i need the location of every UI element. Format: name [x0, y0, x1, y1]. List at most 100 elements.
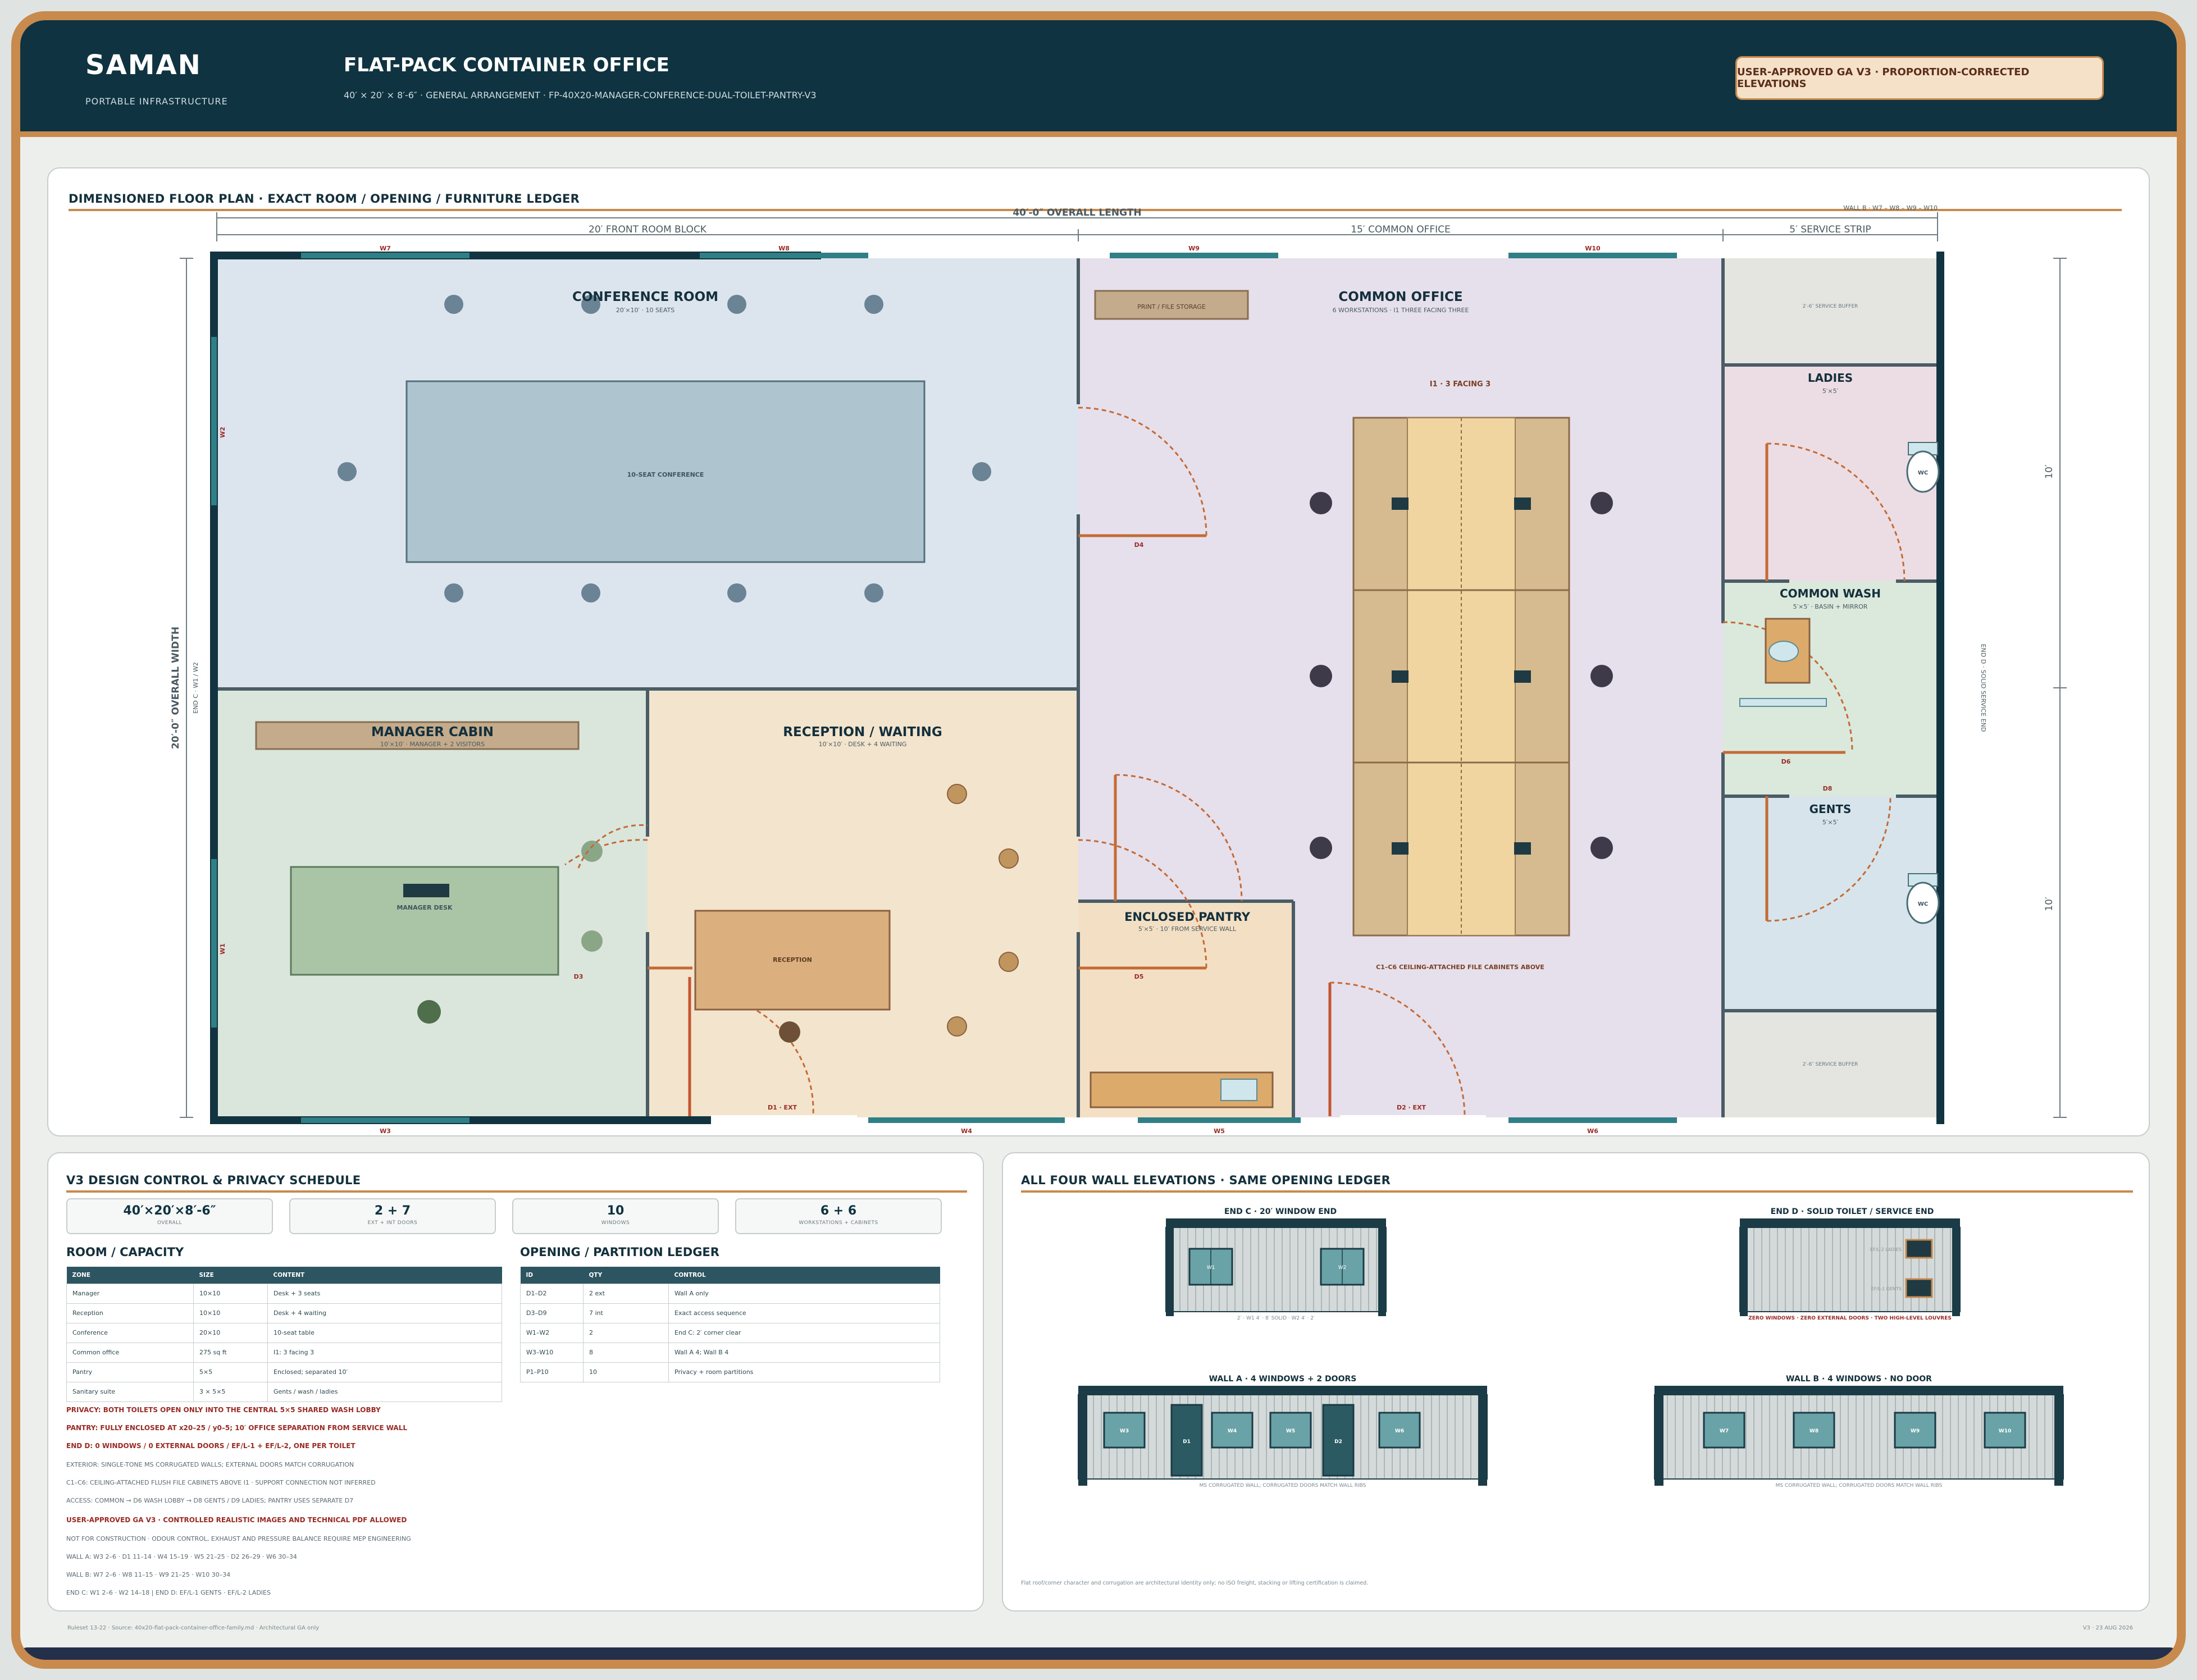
floor-plan-panel: DIMENSIONED FLOOR PLAN · EXACT ROOM / OP… — [47, 167, 2150, 1136]
overall-length-label: 40′-0″ OVERALL LENGTH — [1013, 207, 1141, 218]
end-c-label: END C · W1 / W2 — [192, 662, 199, 714]
chair — [338, 462, 357, 481]
w8-label: W8 — [1809, 1428, 1818, 1434]
cell: Common office — [66, 1342, 194, 1363]
end-c-d-note: END C: W1 2–6 · W2 14–18 | END D: EF/L-1… — [66, 1589, 271, 1596]
table-row: Pantry 5×5 Enclosed; separated 10′ — [66, 1362, 502, 1382]
manager-cabin-size: 10′×10′ · MANAGER + 2 VISITORS — [380, 741, 485, 748]
reception-name: RECEPTION / WAITING — [783, 725, 942, 739]
mirror-icon — [1739, 698, 1827, 707]
end-d-title: END D · SOLID TOILET / SERVICE END — [1771, 1207, 1934, 1216]
cell: 275 sq ft — [193, 1342, 268, 1363]
reception-floor — [648, 689, 1078, 1117]
table-row: D1–D2 2 ext Wall A only — [520, 1283, 940, 1304]
schedule-title: V3 DESIGN CONTROL & PRIVACY SCHEDULE — [66, 1174, 361, 1187]
cell: Exact access sequence — [668, 1303, 940, 1323]
w6-label: W6 — [1395, 1428, 1404, 1434]
ladies-louvre-label: EF/L-2 LADIES — [1870, 1247, 1902, 1252]
w4-label: W4 — [1228, 1428, 1237, 1434]
pantry-sink — [1220, 1079, 1257, 1101]
wall-a-note: MS CORRUGATED WALL; CORRUGATED DOORS MAT… — [1200, 1483, 1366, 1489]
w7-label: W7 — [380, 245, 391, 252]
w1-label: W1 — [219, 943, 226, 955]
common-office-sub: 6 WORKSTATIONS · I1 THREE FACING THREE — [1333, 307, 1469, 314]
cell: Desk + 4 waiting — [267, 1303, 502, 1323]
ladies-wc-label: WC — [1918, 470, 1928, 476]
cell: Reception — [66, 1303, 194, 1323]
end-c-title: END C · 20′ WINDOW END — [1224, 1207, 1337, 1216]
chair — [727, 295, 746, 314]
w5-label: W5 — [1286, 1428, 1295, 1434]
w6-label: W6 — [1587, 1127, 1598, 1135]
common-office-name: COMMON OFFICE — [1338, 290, 1462, 304]
w9-label: W9 — [1911, 1428, 1920, 1434]
table-row: D3–D9 7 int Exact access sequence — [520, 1303, 940, 1323]
right-top-dimension: 10′ — [2044, 464, 2055, 479]
cell: Enclosed; separated 10′ — [267, 1362, 502, 1382]
service-buffer-top-label: 2′-6″ SERVICE BUFFER — [1803, 304, 1858, 309]
opening-ledger-title: OPENING / PARTITION LEDGER — [520, 1245, 719, 1259]
approval-note: USER-APPROVED GA V3 · CONTROLLED REALIST… — [66, 1516, 407, 1524]
chair — [444, 295, 463, 314]
cell: 3 × 5×5 — [193, 1381, 268, 1402]
service-buffer-top-floor — [1723, 258, 1938, 365]
reception-size: 10′×10′ · DESK + 4 WAITING — [819, 741, 907, 748]
table-row: Manager 10×10 Desk + 3 seats — [66, 1283, 502, 1304]
cell: 5×5 — [193, 1362, 268, 1382]
schedule-rule — [66, 1190, 967, 1193]
w2-label: W2 — [1338, 1265, 1347, 1271]
elevations-disclaimer: Flat roof/corner character and corrugati… — [1021, 1580, 1368, 1586]
common-wash-name: COMMON WASH — [1780, 587, 1881, 600]
cell: 8 — [583, 1342, 669, 1363]
file-cabinets-note: C1–C6 CEILING-ATTACHED FILE CABINETS ABO… — [1376, 964, 1544, 971]
manager-desk-label: MANAGER DESK — [396, 904, 453, 911]
w4-label: W4 — [961, 1127, 972, 1135]
w3-label: W3 — [1120, 1428, 1129, 1434]
service-buffer-bottom-label: 2′-6″ SERVICE BUFFER — [1803, 1062, 1858, 1067]
end-d-note: END D: 0 WINDOWS / 0 EXTERNAL DOORS / EF… — [66, 1442, 355, 1450]
table-row: Common office 275 sq ft I1: 3 facing 3 — [66, 1342, 502, 1363]
visitor-chair — [581, 841, 603, 862]
wall-b-title: WALL B · 4 WINDOWS · NO DOOR — [1786, 1375, 1932, 1384]
document-title: FLAT-PACK CONTAINER OFFICE — [344, 54, 669, 76]
common-wash-sub: 5′×5′ · BASIN + MIRROR — [1793, 603, 1868, 610]
print-file-storage-label: PRINT / FILE STORAGE — [1137, 303, 1206, 311]
wall-b-note: WALL B: W7 2–6 · W8 11–15 · W9 21–25 · W… — [66, 1571, 231, 1578]
kpi-value: 2 + 7 — [374, 1204, 411, 1218]
construction-note: NOT FOR CONSTRUCTION · ODOUR CONTROL, EX… — [66, 1535, 411, 1542]
service-strip-dimension: 5′ SERVICE STRIP — [1789, 224, 1871, 235]
kpi-value: 6 + 6 — [820, 1204, 857, 1218]
cell: P1–P10 — [520, 1362, 584, 1382]
pantry-name: ENCLOSED PANTRY — [1124, 910, 1251, 924]
ladies-name: LADIES — [1808, 371, 1853, 385]
cell: 10×10 — [193, 1283, 268, 1304]
room-capacity-table: ZONE SIZE CONTENT Manager 10×10 Desk + 3 s… — [66, 1267, 502, 1402]
end-d-elevation — [1739, 1218, 1961, 1316]
kpi-label: OVERALL — [157, 1220, 183, 1226]
document-subtitle: 40′ × 20′ × 8′-6″ · GENERAL ARRANGEMENT … — [344, 90, 817, 101]
kpi-label: EXT + INT DOORS — [367, 1220, 418, 1226]
manager-chair — [417, 1000, 441, 1024]
cell: 10 — [583, 1362, 669, 1382]
table-row: Sanitary suite 3 × 5×5 Gents / wash / ladi… — [66, 1381, 502, 1402]
common-office-dimension: 15′ COMMON OFFICE — [1351, 224, 1451, 235]
room-capacity-title: ROOM / CAPACITY — [66, 1245, 184, 1259]
d2-label: D2 — [1334, 1439, 1342, 1445]
end-c-elevation — [1165, 1218, 1387, 1316]
conference-table-label: 10-SEAT CONFERENCE — [627, 471, 704, 478]
kpi-overall: 40′×20′×8′-6″ OVERALL — [66, 1198, 273, 1234]
d5-label: D5 — [1134, 973, 1144, 980]
gents-size: 5′×5′ — [1822, 819, 1839, 826]
manager-desk — [290, 866, 559, 976]
floor-plan-drawing: 40′-0″ OVERALL LENGTH WALL B · W7 – W8 –… — [170, 204, 2067, 1135]
cell: D3–D9 — [520, 1303, 584, 1323]
title-block: SAMAN PORTABLE INFRASTRUCTURE FLAT-PACK … — [20, 20, 2177, 137]
kpi-value: 10 — [607, 1204, 625, 1218]
chair — [444, 583, 463, 602]
cell: Gents / wash / ladies — [267, 1381, 502, 1402]
end-c-note: 2′ · W1 4′ · 8′ SOLID · W2 4′ · 2′ — [1237, 1316, 1315, 1321]
brand-subtitle: PORTABLE INFRASTRUCTURE — [85, 96, 228, 107]
exterior-note: EXTERIOR: SINGLE-TONE MS CORRUGATED WALL… — [66, 1461, 354, 1468]
chair — [581, 583, 600, 602]
w7-label: W7 — [1720, 1428, 1729, 1434]
